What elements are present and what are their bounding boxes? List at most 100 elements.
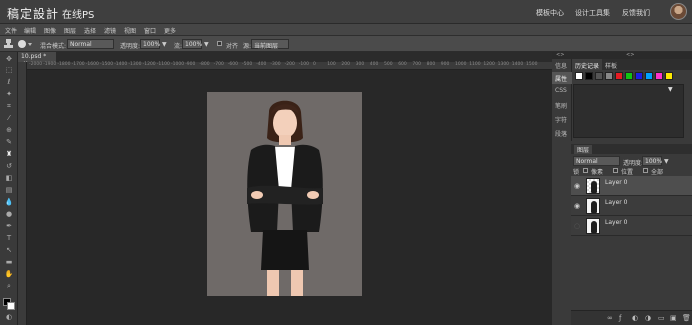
adjustment-icon[interactable]: ◑ xyxy=(645,314,651,322)
fx-icon[interactable]: ƒ xyxy=(619,314,621,322)
eraser-tool-icon[interactable]: ◧ xyxy=(4,174,14,183)
zoom-tool-icon[interactable]: ⌕ xyxy=(4,282,14,291)
color-swatch[interactable] xyxy=(665,72,673,80)
layer-name: Layer 0 xyxy=(605,219,628,226)
menu-select[interactable]: 选择 xyxy=(84,26,96,35)
color-swatch[interactable] xyxy=(575,72,583,80)
portrait-photo xyxy=(247,100,323,296)
stamp-tool-icon[interactable] xyxy=(4,39,13,49)
sample-select[interactable]: 当前图层 xyxy=(251,39,289,50)
eyedropper-tool-icon[interactable]: ⁄ xyxy=(4,114,14,123)
color-swatch[interactable] xyxy=(595,72,603,80)
collapse-right-icon[interactable]: <> xyxy=(626,52,634,58)
ruler-tick-label: 300 xyxy=(355,62,365,67)
opacity-dropdown-icon[interactable]: ▼ xyxy=(162,41,167,48)
ruler-tick-label: 1100 xyxy=(469,62,481,67)
new-layer-icon[interactable]: ▣ xyxy=(670,314,677,322)
side-tab-character[interactable]: 字符 xyxy=(552,113,572,125)
background-color-swatch[interactable] xyxy=(7,302,15,310)
crop-tool-icon[interactable]: ⌗ xyxy=(4,102,14,111)
blend-mode-select[interactable]: Normal xyxy=(67,39,114,49)
toolbar: ✥ ⬚ ℓ ✦ ⌗ ⁄ ⊕ ✎ ♜ ↺ ◧ ▤ 💧 ● ✒ T ↖ ▬ ✋ ⌕ … xyxy=(0,52,18,325)
document-tab[interactable]: 10.psd * × xyxy=(18,52,56,67)
side-tab-paragraph[interactable]: 段落 xyxy=(552,127,572,139)
lock-position-checkbox[interactable] xyxy=(613,168,618,173)
document-canvas[interactable] xyxy=(207,92,362,296)
color-swatch[interactable] xyxy=(605,72,613,80)
menu-image[interactable]: 图像 xyxy=(44,26,56,35)
layer-row[interactable]: ◉ Layer 0 xyxy=(571,176,692,196)
menu-window[interactable]: 窗口 xyxy=(144,26,156,35)
lock-all-checkbox[interactable] xyxy=(643,168,648,173)
menu-edit[interactable]: 编辑 xyxy=(24,26,36,35)
text-tool-icon[interactable]: T xyxy=(4,234,14,243)
layers-header: 图层 xyxy=(571,144,692,154)
color-swatch[interactable] xyxy=(585,72,593,80)
lasso-tool-icon[interactable]: ℓ xyxy=(4,78,14,87)
layer-row[interactable]: ○ Layer 0 xyxy=(571,216,692,236)
flow-dropdown-icon[interactable]: ▼ xyxy=(204,41,209,48)
brush-tool-icon[interactable]: ✎ xyxy=(4,138,14,147)
brand-logo[interactable]: 稿定設計 xyxy=(7,5,59,22)
side-tab-brush[interactable]: 笔刷 xyxy=(552,99,572,111)
ruler-tick-label: -600 xyxy=(227,62,239,67)
marquee-tool-icon[interactable]: ⬚ xyxy=(4,66,14,75)
opacity-input[interactable]: 100% xyxy=(140,39,160,49)
quick-mask-icon[interactable]: ◐ xyxy=(4,313,14,322)
layer-opacity-dropdown-icon[interactable]: ▼ xyxy=(664,158,669,165)
layer-blend-select[interactable]: Normal xyxy=(573,156,620,166)
layers-tab[interactable]: 图层 xyxy=(574,145,593,154)
flow-label: 流: xyxy=(174,43,183,50)
menu-more[interactable]: 更多 xyxy=(164,26,176,35)
layer-opacity-input[interactable]: 100% xyxy=(642,156,662,166)
tab-history[interactable]: 历史记录 xyxy=(572,59,603,70)
dodge-tool-icon[interactable]: ● xyxy=(4,210,14,219)
gradient-tool-icon[interactable]: ▤ xyxy=(4,186,14,195)
shape-tool-icon[interactable]: ▬ xyxy=(4,258,14,267)
color-swatch[interactable] xyxy=(635,72,643,80)
side-tab-info[interactable]: 信息 xyxy=(552,59,572,71)
design-tools-link[interactable]: 设计工具集 xyxy=(575,8,610,18)
align-checkbox[interactable] xyxy=(217,41,222,46)
visibility-eye-off-icon[interactable]: ○ xyxy=(574,222,580,230)
top-bar: 稿定設計 在线PS 模板中心 设计工具集 反馈我们 xyxy=(0,0,692,24)
color-swatch[interactable] xyxy=(625,72,633,80)
template-center-link[interactable]: 模板中心 xyxy=(536,8,564,18)
collapse-left-icon[interactable]: <> xyxy=(556,52,564,58)
hand-tool-icon[interactable]: ✋ xyxy=(4,270,14,279)
history-brush-tool-icon[interactable]: ↺ xyxy=(4,162,14,171)
tab-swatches[interactable]: 样板 xyxy=(602,59,620,70)
delete-icon[interactable]: 🗑 xyxy=(682,314,691,322)
path-select-tool-icon[interactable]: ↖ xyxy=(4,246,14,255)
visibility-eye-icon[interactable]: ◉ xyxy=(574,202,580,210)
color-swatch[interactable] xyxy=(655,72,663,80)
brush-preset-icon[interactable] xyxy=(17,39,33,49)
side-tab-css[interactable]: CSS xyxy=(552,85,572,97)
blur-tool-icon[interactable]: 💧 xyxy=(4,198,14,207)
layer-row[interactable]: ◉ Layer 0 xyxy=(571,196,692,216)
app-subtitle: 在线PS xyxy=(62,10,95,21)
menu-view[interactable]: 视图 xyxy=(124,26,136,35)
avatar[interactable] xyxy=(670,3,687,20)
move-tool-icon[interactable]: ✥ xyxy=(4,55,14,64)
color-swatch[interactable] xyxy=(615,72,623,80)
flow-input[interactable]: 100% xyxy=(182,39,202,49)
folder-icon[interactable]: ▭ xyxy=(658,314,665,322)
side-tab-properties[interactable]: 属性 xyxy=(552,72,572,84)
link-icon[interactable]: ∞ xyxy=(607,314,613,322)
menu-file[interactable]: 文件 xyxy=(5,26,17,35)
lock-pixels-checkbox[interactable] xyxy=(583,168,588,173)
mask-icon[interactable]: ◐ xyxy=(632,314,638,322)
clone-stamp-tool-icon[interactable]: ♜ xyxy=(4,150,14,159)
menu-filter[interactable]: 滤镜 xyxy=(104,26,116,35)
pen-tool-icon[interactable]: ✒ xyxy=(4,222,14,231)
healing-tool-icon[interactable]: ⊕ xyxy=(4,126,14,135)
panel-collapse-bar[interactable]: <> <> xyxy=(552,52,692,59)
magic-wand-tool-icon[interactable]: ✦ xyxy=(4,90,14,99)
visibility-eye-icon[interactable]: ◉ xyxy=(574,182,580,190)
feedback-link[interactable]: 反馈我们 xyxy=(622,8,650,18)
menu-layer[interactable]: 图层 xyxy=(64,26,76,35)
color-swatch[interactable] xyxy=(645,72,653,80)
layer-name: Layer 0 xyxy=(605,179,628,186)
panel-menu-icon[interactable]: ▼ xyxy=(668,86,673,93)
